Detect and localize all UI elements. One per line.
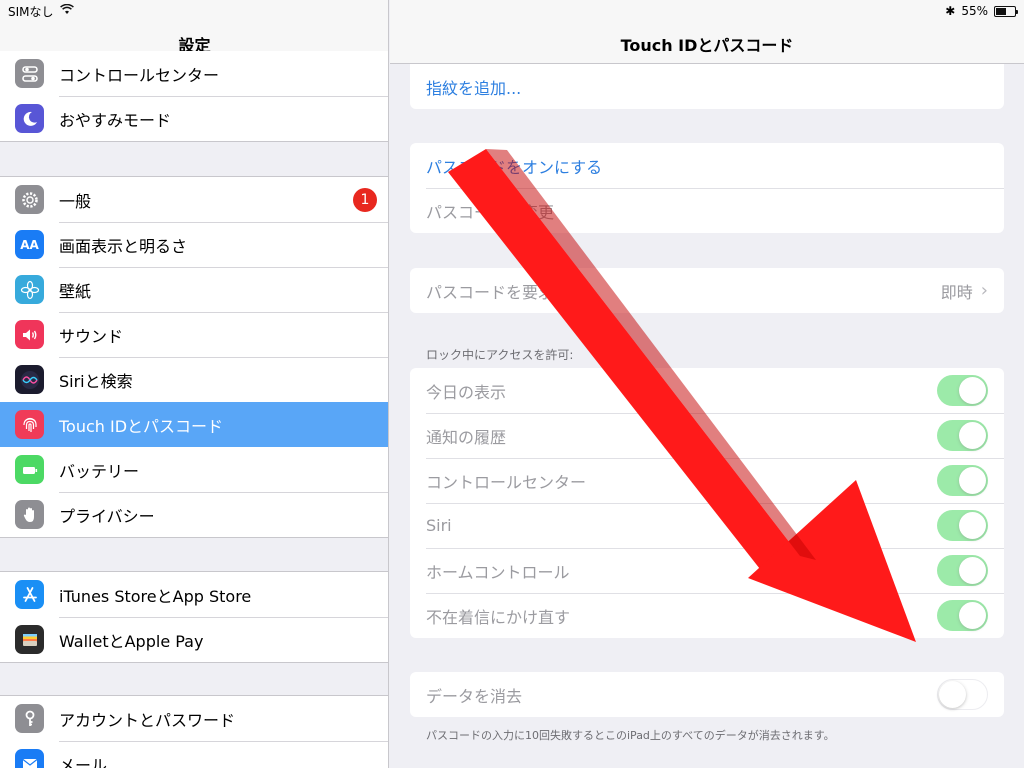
sidebar-item-label: 一般 xyxy=(59,191,92,211)
sidebar-item-label: おやすみモード xyxy=(59,110,172,130)
lock-access-label: コントロールセンター xyxy=(426,472,587,492)
settings-sidebar: 設定 コントロールセンター おやすみモード 一般 1 AA 画面表示と明るさ 壁… xyxy=(0,0,389,768)
sidebar-group-4: アカウントとパスワード メール xyxy=(0,695,388,768)
battery-status-icon xyxy=(994,5,1018,17)
erase-data-label: データを消去 xyxy=(426,686,523,706)
wallet-icon xyxy=(15,625,44,654)
turn-passcode-on-link[interactable]: パスコードをオンにする xyxy=(426,154,602,178)
sidebar-item-sounds[interactable]: サウンド xyxy=(0,312,388,357)
notification-history-toggle[interactable] xyxy=(937,420,988,451)
detail-title: Touch IDとパスコード xyxy=(620,36,794,55)
lock-access-label: 不在着信にかけ直す xyxy=(426,607,571,627)
sidebar-item-label: Siriと検索 xyxy=(59,371,133,391)
sidebar-item-label: メール xyxy=(59,755,108,768)
carrier-label: SIMなし xyxy=(8,4,54,19)
mail-icon xyxy=(15,749,44,768)
sidebar-item-do-not-disturb[interactable]: おやすみモード xyxy=(0,96,388,141)
text-size-icon: AA xyxy=(15,230,44,259)
fingerprint-group: 指紋を追加... xyxy=(410,64,1004,109)
lock-access-label: Siri xyxy=(426,516,452,535)
lock-access-label: ホームコントロール xyxy=(426,562,570,582)
require-passcode-value: 即時 xyxy=(940,282,973,302)
battery-percent: 55% xyxy=(961,4,988,18)
lock-access-row: 今日の表示 xyxy=(410,368,1004,413)
sidebar-item-mail[interactable]: メール xyxy=(0,741,388,768)
hand-icon xyxy=(15,500,44,529)
battery-icon xyxy=(15,455,44,484)
lock-access-row: Siri xyxy=(410,503,1004,548)
gear-icon xyxy=(15,185,44,214)
speaker-icon xyxy=(15,320,44,349)
sidebar-item-privacy[interactable]: プライバシー xyxy=(0,492,388,537)
lock-access-row: 不在着信にかけ直す xyxy=(410,593,1004,638)
sidebar-item-display-brightness[interactable]: AA 画面表示と明るさ xyxy=(0,222,388,267)
require-passcode-group: パスコードを要求 即時 › xyxy=(410,268,1004,313)
sidebar-item-battery[interactable]: バッテリー xyxy=(0,447,388,492)
notification-badge: 1 xyxy=(353,188,377,212)
passcode-group: パスコードをオンにする パスコードを変更 xyxy=(410,143,1004,233)
sidebar-group-1: コントロールセンター おやすみモード xyxy=(0,51,388,142)
erase-data-row: データを消去 xyxy=(410,672,1004,717)
sidebar-item-label: コントロールセンター xyxy=(59,65,220,85)
sidebar-item-label: iTunes StoreとApp Store xyxy=(59,586,252,606)
bluetooth-icon: ✱ xyxy=(945,4,956,18)
sidebar-item-accounts-passwords[interactable]: アカウントとパスワード xyxy=(0,696,388,741)
sidebar-item-control-center[interactable]: コントロールセンター xyxy=(0,51,388,96)
control-center-icon xyxy=(15,59,44,88)
key-icon xyxy=(15,704,44,733)
passcode-on-row[interactable]: パスコードをオンにする xyxy=(410,143,1004,188)
sidebar-item-label: プライバシー xyxy=(59,506,155,526)
sidebar-item-wallpaper[interactable]: 壁紙 xyxy=(0,267,388,312)
add-fingerprint-row[interactable]: 指紋を追加... xyxy=(410,64,1004,109)
lock-access-row: ホームコントロール xyxy=(410,548,1004,593)
erase-data-footnote: パスコードの入力に10回失敗するとこのiPad上のすべてのデータが消去されます。 xyxy=(426,729,835,742)
flower-icon xyxy=(15,275,44,304)
chevron-right-icon: › xyxy=(980,280,988,301)
wifi-icon xyxy=(59,3,74,18)
erase-data-toggle[interactable] xyxy=(937,679,988,710)
sidebar-group-3: iTunes StoreとApp Store WalletとApple Pay xyxy=(0,571,388,663)
lock-access-label: 通知の履歴 xyxy=(426,427,507,447)
home-control-toggle[interactable] xyxy=(937,555,988,586)
sidebar-item-general[interactable]: 一般 1 xyxy=(0,177,388,222)
lock-access-header: ロック中にアクセスを許可: xyxy=(426,348,574,362)
erase-data-group: データを消去 xyxy=(410,672,1004,717)
change-passcode-label: パスコードを変更 xyxy=(426,202,555,222)
sidebar-item-wallet-apple-pay[interactable]: WalletとApple Pay xyxy=(0,617,388,662)
sidebar-item-label: バッテリー xyxy=(59,461,140,481)
lock-access-label: 今日の表示 xyxy=(426,382,507,402)
sidebar-group-2: 一般 1 AA 画面表示と明るさ 壁紙 サウンド Siriと検索 Touch I… xyxy=(0,176,388,538)
require-passcode-row[interactable]: パスコードを要求 即時 › xyxy=(410,268,1004,313)
sidebar-item-label: 画面表示と明るさ xyxy=(59,236,188,256)
sidebar-item-label: アカウントとパスワード xyxy=(59,710,236,730)
lock-access-row: 通知の履歴 xyxy=(410,413,1004,458)
control-center-toggle[interactable] xyxy=(937,465,988,496)
sidebar-item-itunes-app-store[interactable]: iTunes StoreとApp Store xyxy=(0,572,388,617)
moon-icon xyxy=(15,104,44,133)
sidebar-item-label: WalletとApple Pay xyxy=(59,631,204,651)
app-store-icon xyxy=(15,580,44,609)
today-view-toggle[interactable] xyxy=(937,375,988,406)
sidebar-item-label: 壁紙 xyxy=(59,281,92,301)
fingerprint-icon xyxy=(15,410,44,439)
change-passcode-row: パスコードを変更 xyxy=(410,188,1004,233)
siri-toggle[interactable] xyxy=(937,510,988,541)
lock-access-group: 今日の表示 通知の履歴 コントロールセンター Siri ホームコントロール 不在… xyxy=(410,368,1004,638)
detail-pane: Touch IDとパスコード 指紋を追加... パスコードをオンにする パスコー… xyxy=(390,0,1024,768)
sidebar-item-touch-id-passcode[interactable]: Touch IDとパスコード xyxy=(0,402,388,447)
require-passcode-label: パスコードを要求 xyxy=(426,282,555,302)
lock-access-row: コントロールセンター xyxy=(410,458,1004,503)
status-bar: SIMなし ✱ 55% xyxy=(0,0,1024,22)
sidebar-item-label: Touch IDとパスコード xyxy=(59,416,224,436)
sidebar-item-label: サウンド xyxy=(59,326,124,346)
siri-icon xyxy=(15,365,44,394)
return-missed-calls-toggle[interactable] xyxy=(937,600,988,631)
sidebar-item-siri-search[interactable]: Siriと検索 xyxy=(0,357,388,402)
add-fingerprint-link[interactable]: 指紋を追加... xyxy=(426,75,521,99)
